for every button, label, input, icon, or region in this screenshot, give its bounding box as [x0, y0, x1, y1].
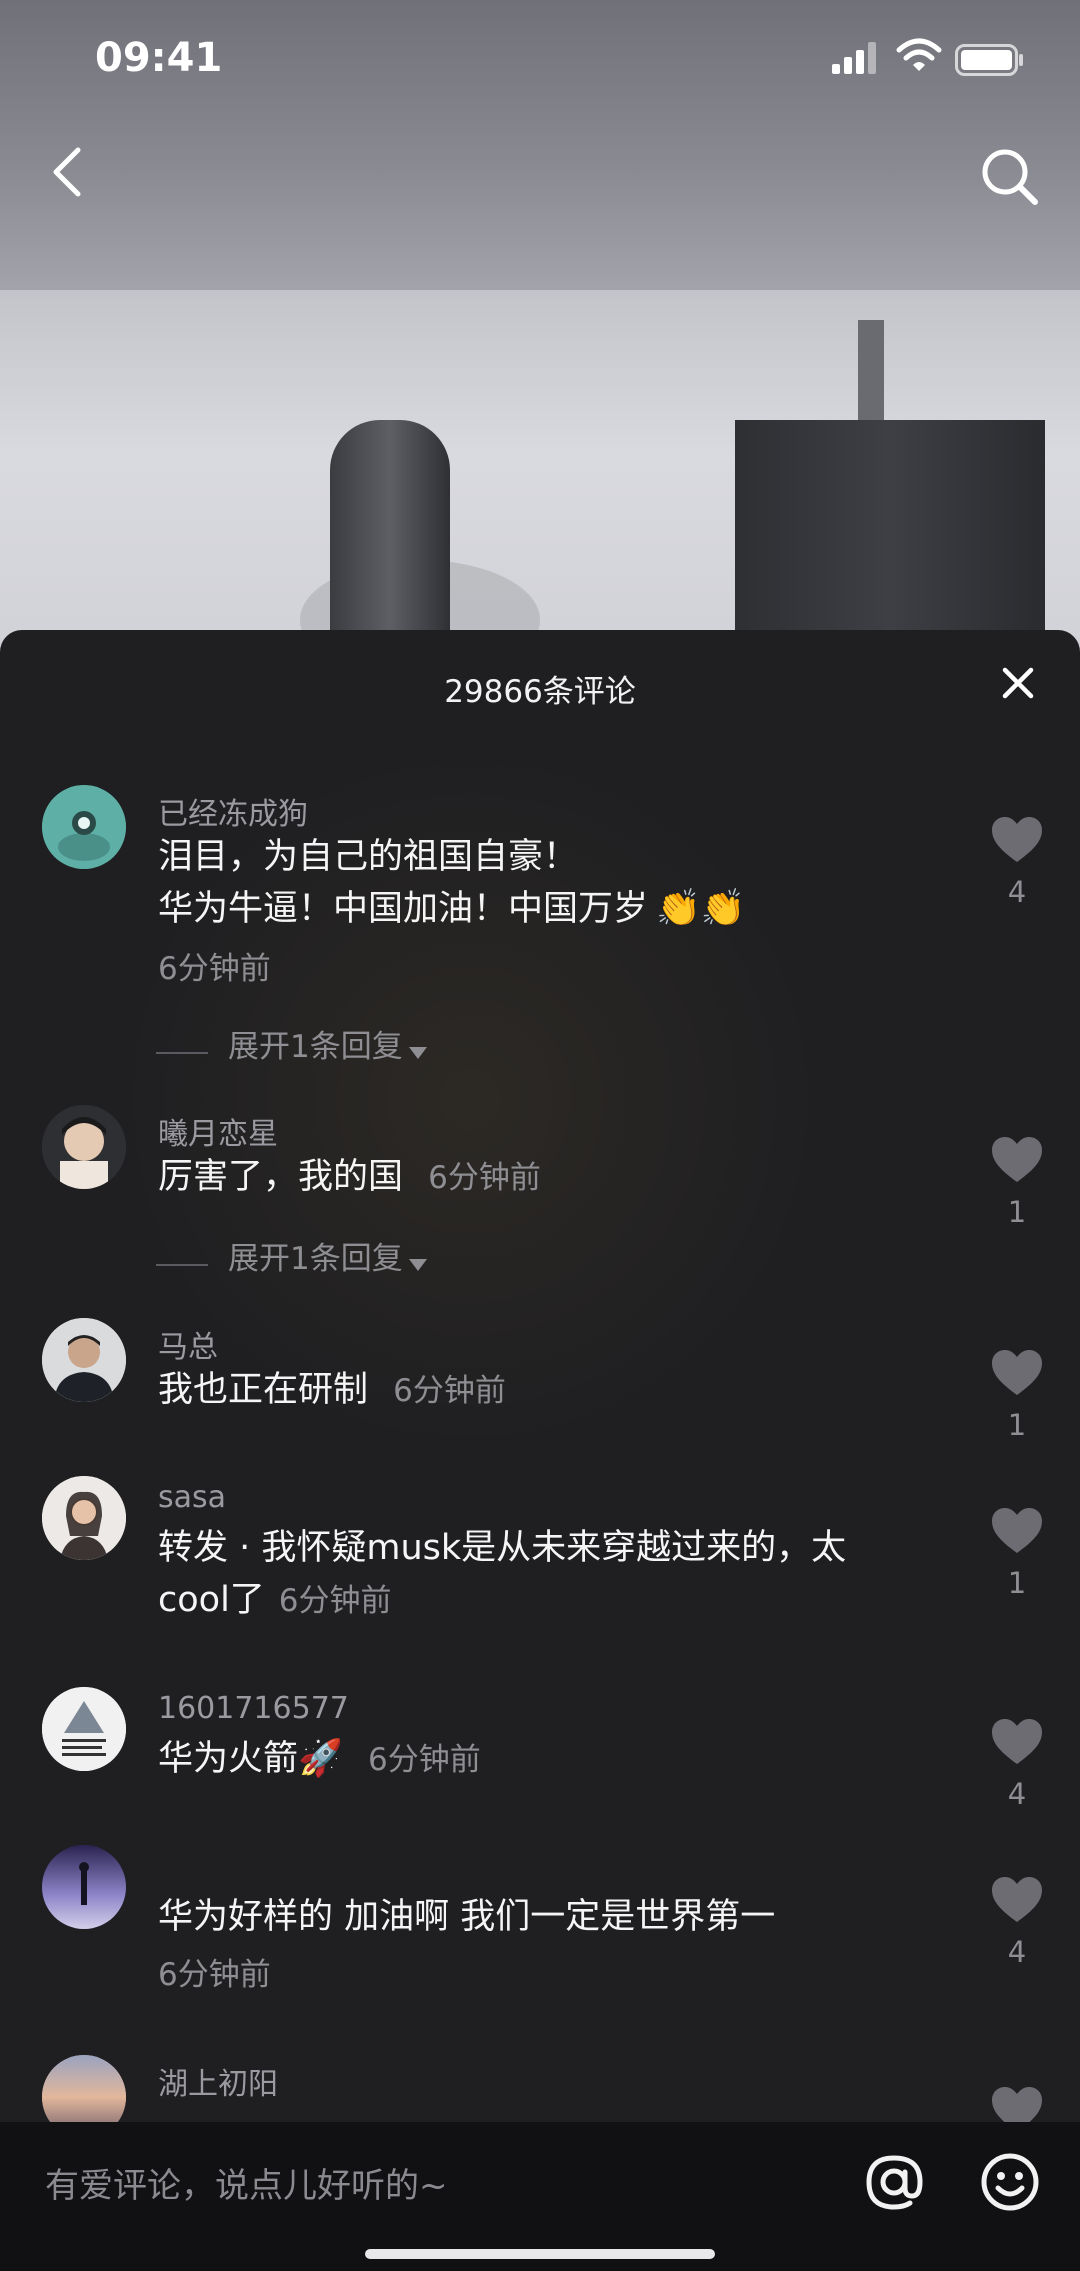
comment-line: 华为牛逼！中国加油！中国万岁: [158, 889, 649, 929]
clap-emoji-icon: 👏👏: [656, 888, 746, 929]
comment-text: 华为火箭🚀 6分钟前: [158, 1733, 958, 1786]
heart-icon[interactable]: [990, 1506, 1044, 1556]
heart-icon[interactable]: [990, 815, 1044, 865]
comment-line: cool了: [158, 1580, 265, 1620]
comment-time: 6分钟前: [158, 951, 271, 987]
comment-username[interactable]: sasa: [158, 1480, 226, 1515]
comment-time: 6分钟前: [393, 1373, 506, 1409]
avatar-child-icon: [42, 1105, 126, 1189]
caret-down-icon: [408, 1046, 427, 1059]
home-indicator[interactable]: [365, 2249, 715, 2259]
emoji-icon[interactable]: [978, 2150, 1042, 2214]
comment-text: 厉害了，我的国 6分钟前: [158, 1151, 958, 1204]
comment-text: 转发 · 我怀疑musk是从未来穿越过来的，太 cool了 6分钟前: [158, 1522, 958, 1627]
comment-time: 6分钟前: [428, 1160, 541, 1196]
avatar[interactable]: [42, 785, 126, 869]
avatar[interactable]: [42, 1476, 126, 1560]
wifi-icon: [896, 38, 942, 71]
caret-down-icon: [408, 1258, 427, 1271]
comment-line: 泪目，为自己的祖国自豪！: [158, 837, 579, 877]
heart-icon[interactable]: [990, 1135, 1044, 1185]
comment-line: 华为火箭: [158, 1739, 299, 1779]
status-time: 09:41: [95, 35, 223, 81]
signal-icon: [832, 42, 876, 74]
back-arrow-icon[interactable]: [40, 142, 100, 202]
avatar[interactable]: [42, 1845, 126, 1929]
like-count: 1: [1007, 1408, 1027, 1442]
expand-replies[interactable]: 展开1条回复: [156, 1021, 427, 1066]
comment-line: 华为好样的 加油啊 我们一定是世界第一: [158, 1897, 776, 1937]
heart-icon[interactable]: [990, 1875, 1044, 1925]
avatar[interactable]: [42, 1318, 126, 1402]
battery-icon: [955, 44, 1023, 76]
rocket-emoji-icon: 🚀: [298, 1738, 343, 1779]
comment-line: 我也正在研制: [158, 1370, 369, 1410]
close-icon[interactable]: [995, 660, 1041, 706]
comments-sheet: 29866条评论 已经冻成狗 泪目，为自己的祖国自豪！ 华为牛逼！中国加油！中国…: [0, 630, 1080, 2271]
avatar-silhouette-icon: [42, 1845, 126, 1929]
comment-username[interactable]: 曦月恋星: [158, 1109, 278, 1153]
comment-text: 华为好样的 加油啊 我们一定是世界第一: [158, 1891, 958, 1943]
comment-username[interactable]: 已经冻成狗: [158, 789, 308, 833]
comment-count-title: 29866条评论: [444, 674, 636, 710]
like-count: 1: [1007, 1195, 1027, 1229]
status-bar: 09:41: [0, 0, 1080, 120]
at-icon[interactable]: [862, 2150, 926, 2214]
search-icon[interactable]: [975, 142, 1045, 212]
expand-replies[interactable]: 展开1条回复: [156, 1233, 427, 1278]
expand-replies-label: 展开1条回复: [228, 1241, 403, 1277]
sheet-header: 29866条评论: [0, 630, 1080, 740]
comment-time: 6分钟前: [367, 1742, 481, 1778]
like-count: 1: [1007, 1566, 1027, 1600]
avatar[interactable]: [42, 1687, 126, 1771]
avatar-man-icon: [42, 1318, 126, 1402]
comment-line-row: cool了 6分钟前: [158, 1574, 958, 1627]
avatar[interactable]: [42, 1105, 126, 1189]
heart-icon[interactable]: [990, 1348, 1044, 1398]
like-count: 4: [1007, 1935, 1027, 1969]
comment-username[interactable]: 马总: [158, 1322, 218, 1366]
avatar-drawing-icon: [42, 1687, 126, 1771]
comment-username[interactable]: 湖上初阳: [158, 2059, 278, 2103]
divider-line: [156, 1263, 208, 1266]
comment-line: 厉害了，我的国: [158, 1157, 404, 1197]
heart-icon[interactable]: [990, 1717, 1044, 1767]
divider-line: [156, 1051, 208, 1054]
expand-replies-label: 展开1条回复: [228, 1029, 403, 1065]
rocket-image: [330, 420, 450, 660]
comment-time: 6分钟前: [158, 1957, 271, 1993]
comment-time: 6分钟前: [278, 1583, 392, 1619]
comment-input[interactable]: 有爱评论，说点儿好听的~: [45, 2158, 448, 2207]
like-count: 4: [1007, 875, 1027, 909]
comment-line-row: 华为牛逼！中国加油！中国万岁 👏👏: [158, 883, 958, 935]
avatar-monster-icon: [42, 785, 126, 869]
comment-text: 我也正在研制 6分钟前: [158, 1364, 958, 1417]
like-count: 4: [1007, 1777, 1027, 1811]
avatar-woman-icon: [42, 1476, 126, 1560]
comment-username[interactable]: 1601716577: [158, 1691, 349, 1726]
comment-line: 转发 · 我怀疑musk是从未来穿越过来的，太: [158, 1528, 847, 1568]
comment-text: 泪目，为自己的祖国自豪！ 华为牛逼！中国加油！中国万岁 👏👏: [158, 831, 958, 935]
